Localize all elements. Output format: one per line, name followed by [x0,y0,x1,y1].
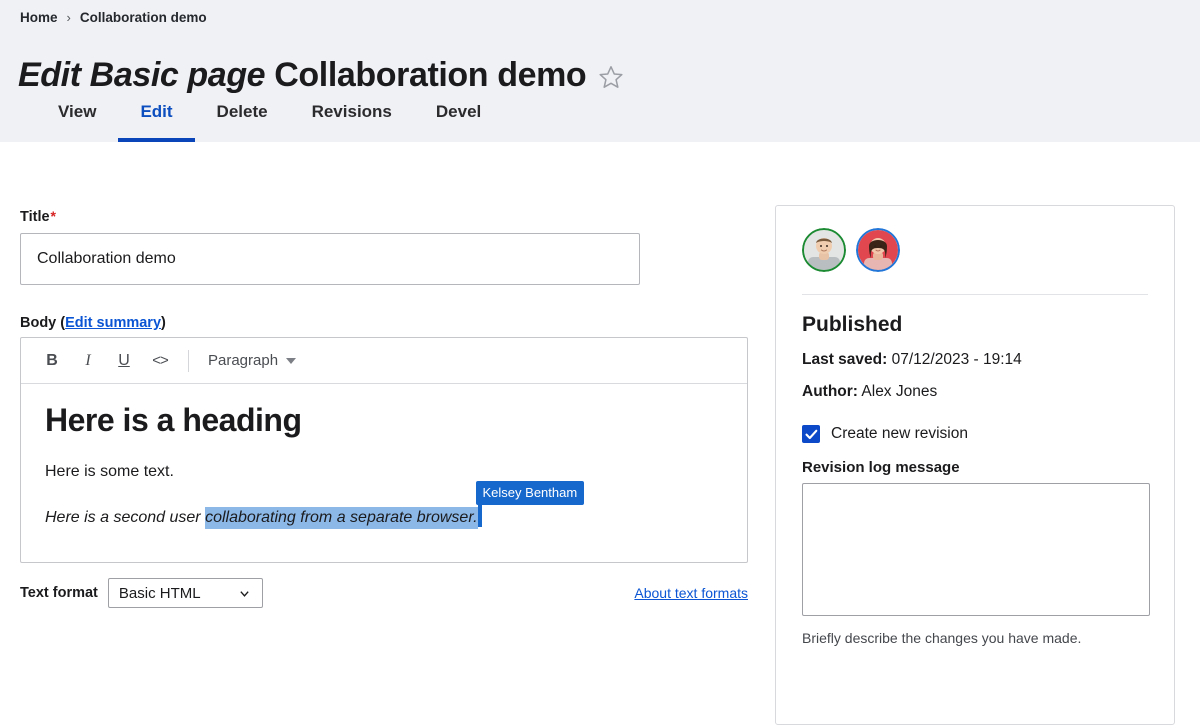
last-saved-row: Last saved: 07/12/2023 - 19:14 [802,351,1148,369]
collaborator-caret: Kelsey Bentham [475,480,585,527]
tab-devel-label: Devel [435,102,482,121]
source-code-icon[interactable]: <> [143,345,177,377]
author-value: Alex Jones [861,383,938,400]
author-row: Author: Alex Jones [802,383,1148,401]
node-meta-sidebar: Published Last saved: 07/12/2023 - 19:14… [775,205,1175,725]
create-new-revision-checkbox[interactable] [802,425,820,443]
body-label-prefix: Body ( [20,315,66,331]
breadcrumb-current: Collaboration demo [79,10,207,25]
breadcrumb-home-link[interactable]: Home [20,10,58,25]
tab-view[interactable]: View [36,98,118,142]
text-format-row: Text format Basic HTML About text format… [20,577,748,609]
underline-icon[interactable]: U [107,345,141,377]
tab-edit[interactable]: Edit [118,98,195,142]
tab-delete[interactable]: Delete [195,98,290,142]
required-marker: * [50,208,56,224]
bold-icon[interactable]: B [35,345,69,377]
tab-revisions[interactable]: Revisions [290,98,414,142]
avatar-ring-blue [856,228,900,272]
revision-log-hint: Briefly describe the changes you have ma… [802,630,1082,646]
title-input[interactable] [20,233,640,285]
page-title-emphasis: Edit Basic page [18,55,266,94]
publication-status: Published [802,313,903,336]
tab-devel[interactable]: Devel [414,98,503,142]
edit-summary-link[interactable]: Edit summary [65,315,161,331]
tab-view-label: View [58,102,97,121]
breadcrumb-separator-icon: › [66,10,71,25]
paragraph-style-label: Paragraph [208,352,279,369]
collaborator-selection: collaborating from a separate browser. [205,506,478,529]
last-saved-label: Last saved: [802,351,888,368]
editor-toolbar: B I U <> Paragraph [21,338,747,384]
editor-paragraph-2: Here is a second user collaborating from… [45,480,723,529]
tab-revisions-label: Revisions [311,102,392,121]
star-outline-icon[interactable] [598,60,624,90]
chevron-down-icon [240,591,249,597]
tab-delete-label: Delete [216,102,268,121]
body-field-label: Body (Edit summary) [20,315,750,331]
node-edit-form: Title* Body (Edit summary) B I U <> Para… [20,208,750,609]
chevron-down-icon [286,357,297,364]
primary-tabs: View Edit Delete Revisions Devel [0,98,1200,142]
text-format-label: Text format [20,585,98,601]
page-title: Edit Basic page Collaboration demo [18,55,587,95]
last-saved-value: 07/12/2023 - 19:14 [891,351,1022,368]
revision-log-label: Revision log message [802,459,960,476]
avatar-alex-jones[interactable] [802,228,846,272]
toolbar-divider [188,349,189,372]
author-label: Author: [802,383,858,400]
main-content: Title* Body (Edit summary) B I U <> Para… [0,142,1200,725]
active-collaborators [802,228,1148,295]
page-title-node-name: Collaboration demo [274,55,587,94]
checkmark-icon [804,429,817,439]
editor-paragraph-1: Here is some text. [45,463,174,480]
editor-paragraph-2-prefix: Here is a second user [45,508,206,526]
breadcrumb: Home › Collaboration demo [20,10,207,25]
title-field-label: Title* [20,208,750,225]
ckeditor-container: B I U <> Paragraph Here is a heading Her… [20,337,748,563]
tab-edit-label: Edit [140,102,173,121]
about-text-formats-link[interactable]: About text formats [634,585,748,601]
text-format-selected-value: Basic HTML [118,584,201,602]
collaborator-name-badge: Kelsey Bentham [475,480,585,505]
create-new-revision-row[interactable]: Create new revision [802,425,1148,443]
body-label-suffix: ) [161,315,166,331]
editor-heading: Here is a heading [45,402,302,438]
avatar-kelsey-bentham[interactable] [856,228,900,272]
title-label-text: Title [20,209,50,225]
text-format-select[interactable]: Basic HTML [107,578,263,608]
revision-log-textarea[interactable] [802,483,1150,616]
avatar-ring-green [802,228,846,272]
paragraph-style-dropdown[interactable]: Paragraph [202,348,302,373]
create-new-revision-label: Create new revision [831,425,968,442]
italic-icon[interactable]: I [71,345,105,377]
editor-editable-area[interactable]: Here is a heading Here is some text. Her… [21,384,747,562]
page-header: Home › Collaboration demo Edit Basic pag… [0,0,1200,142]
